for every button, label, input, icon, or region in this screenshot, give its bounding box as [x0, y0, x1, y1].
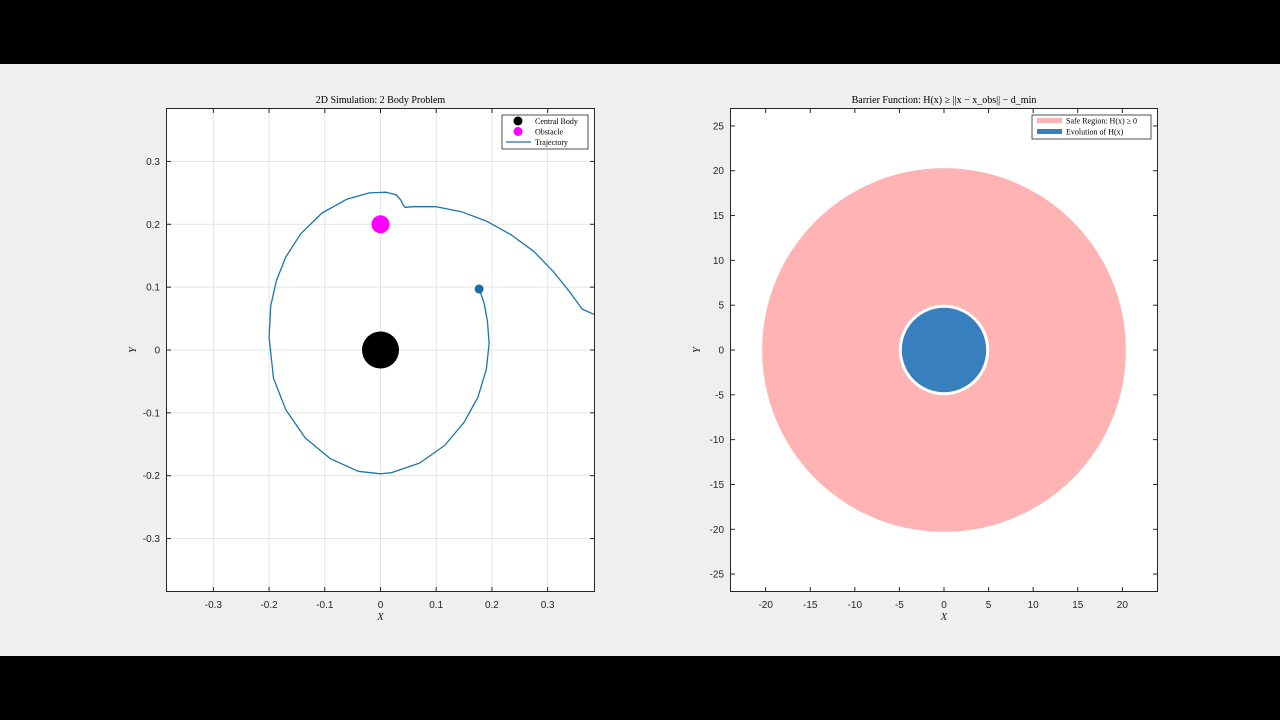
y-tick-label: -15 — [710, 480, 725, 491]
y-tick-label: -0.1 — [143, 408, 161, 419]
barrier-evolution-disk — [898, 304, 990, 396]
x-tick-label: -5 — [895, 600, 904, 611]
y-tick-label: 5 — [718, 301, 724, 312]
x-tick-label: 10 — [1028, 600, 1040, 611]
x-tick-label: 0.2 — [485, 600, 499, 611]
legend-central-body-swatch — [513, 116, 523, 126]
x-tick-label: 0.1 — [429, 600, 443, 611]
y-tick-label: 0.2 — [146, 220, 160, 231]
legend-safe-region-label: Safe Region: H(x) ≥ 0 — [1066, 117, 1137, 126]
x-tick-label: -15 — [803, 600, 818, 611]
obstacle-marker — [371, 215, 390, 234]
x-tick-label: 15 — [1072, 600, 1084, 611]
y-axis-label: Y — [127, 345, 139, 353]
y-tick-label: 0 — [154, 346, 160, 357]
y-tick-label: 20 — [713, 166, 725, 177]
y-tick-label: 10 — [713, 256, 725, 267]
x-tick-label: 0 — [941, 600, 947, 611]
y-tick-label: -20 — [710, 525, 725, 536]
y-tick-label: 15 — [713, 211, 725, 222]
x-tick-label: -10 — [848, 600, 863, 611]
x-tick-label: 0 — [378, 600, 384, 611]
chart-title: 2D Simulation: 2 Body Problem — [316, 95, 446, 106]
barrier-plot: -20 -15 -10 -5 0 5 10 15 20 -25 -20 -15 -10 -5 0 5 10 15 2… — [691, 95, 1158, 623]
y-axis-label: Y — [691, 345, 703, 353]
legend-central-body-label: Central Body — [535, 117, 578, 126]
current-position-marker — [474, 284, 484, 294]
x-tick-label: 5 — [986, 600, 992, 611]
legend: Central Body ObstacleTrajectory — [501, 114, 589, 150]
x-tick-label: -0.2 — [260, 600, 278, 611]
legend-obstacle-label: Obstacle — [535, 128, 563, 137]
y-tick-label: -5 — [715, 390, 724, 401]
y-tick-label: -0.2 — [143, 471, 161, 482]
y-tick-label: 0.1 — [146, 283, 160, 294]
y-tick-label: -10 — [710, 435, 725, 446]
legend-obstacle-swatch — [513, 127, 523, 136]
x-tick-label: -0.3 — [205, 600, 223, 611]
plot-content — [762, 168, 1126, 532]
letterbox-bottom — [0, 656, 1280, 720]
legend-evolution-label: Evolution of H(x) — [1066, 128, 1124, 137]
y-tick-label: 0.3 — [146, 157, 160, 168]
legend-trajectory-label: Trajectory — [535, 138, 568, 147]
x-axis-label: X — [376, 611, 385, 623]
x-axis-label: X — [940, 611, 949, 623]
video-frame: -0.3 -0.2 -0.1 0 0.1 0.2 0.3 -0.3 -0.2 -0.1 0 0.1 0.… — [0, 0, 1280, 720]
y-tick-label: -0.3 — [143, 534, 161, 545]
x-tick-label: -0.1 — [316, 600, 334, 611]
x-tick-label: 0.3 — [541, 600, 555, 611]
y-tick-label: 25 — [713, 121, 725, 132]
legend-evolution-swatch — [1037, 129, 1062, 134]
figure-canvas: -0.3 -0.2 -0.1 0 0.1 0.2 0.3 -0.3 -0.2 -0.1 0 0.1 0.… — [127, 95, 1158, 623]
chart-title: Barrier Function: H(x) ≥ ||x − x_obs|| −… — [852, 95, 1037, 106]
central-body-marker — [362, 331, 399, 369]
x-tick-label: -20 — [758, 600, 773, 611]
matlab-figure: -0.3 -0.2 -0.1 0 0.1 0.2 0.3 -0.3 -0.2 -0.1 0 0.1 0.… — [0, 64, 1280, 656]
legend-safe-region-swatch — [1037, 118, 1062, 123]
y-tick-label: 0 — [718, 346, 724, 357]
trajectory-plot: -0.3 -0.2 -0.1 0 0.1 0.2 0.3 -0.3 -0.2 -0.1 0 0.1 0.… — [127, 95, 595, 623]
x-tick-label: 20 — [1117, 600, 1129, 611]
legend: Safe Region: H(x) ≥ 0 Evolution of H(x) — [1031, 114, 1152, 140]
letterbox-top — [0, 0, 1280, 64]
y-tick-label: -25 — [710, 570, 725, 581]
